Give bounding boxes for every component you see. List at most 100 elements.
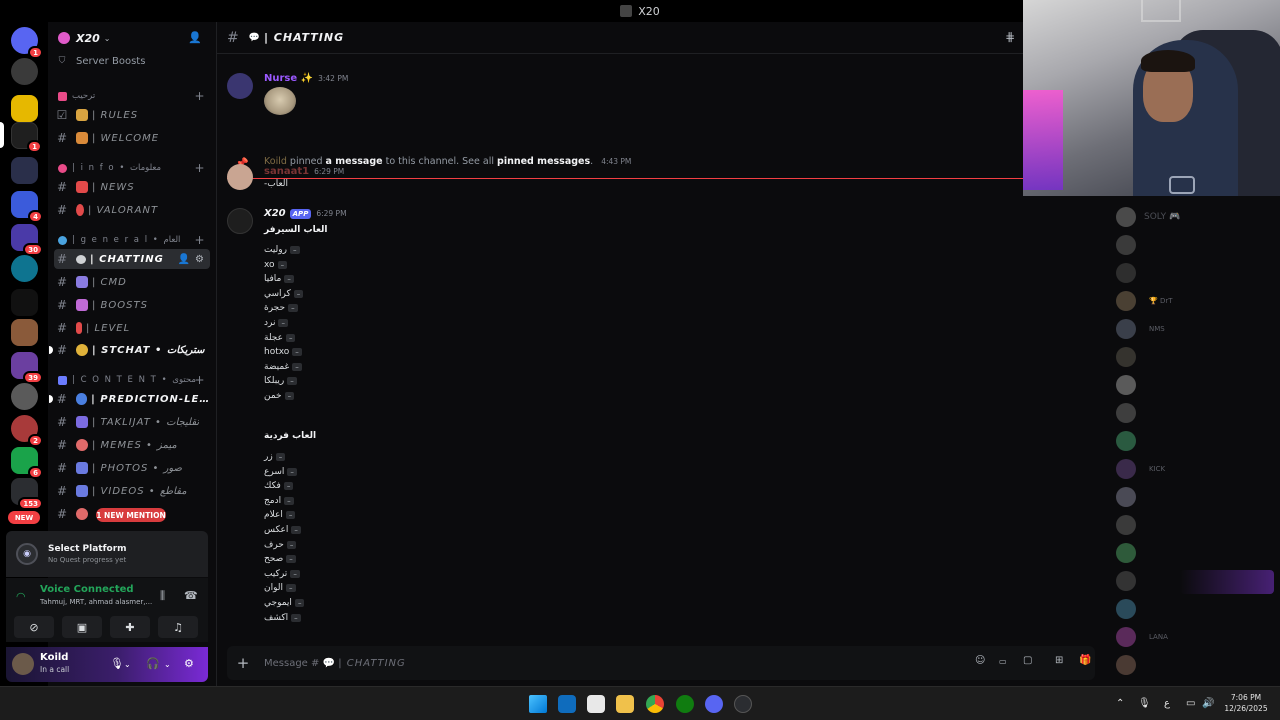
avatar[interactable] (227, 73, 253, 99)
category-general[interactable]: | g e n e r a l • العام + (58, 233, 208, 247)
server-icon-12[interactable]: 6 (11, 447, 43, 479)
system-clock[interactable]: 7:06 PM 12/26/2025 (1218, 692, 1274, 714)
member-item[interactable] (1116, 541, 1266, 565)
member-item[interactable] (1116, 485, 1266, 509)
channel-rules[interactable]: ☑ | RULES (54, 105, 210, 125)
user-name[interactable]: Koild (40, 652, 68, 663)
sticker-image[interactable] (264, 87, 296, 115)
windows-start-icon[interactable] (529, 695, 547, 713)
member-item[interactable]: SOLY 🎮 (1116, 205, 1266, 229)
emoji-icon[interactable]: ☺ (975, 655, 985, 666)
category-welcome[interactable]: ترحيب + (58, 89, 208, 103)
sticker-icon[interactable]: ▢ (1023, 655, 1032, 666)
member-item[interactable] (1116, 429, 1266, 453)
new-unreads-pill[interactable]: NEW (8, 511, 40, 524)
server-icon-10[interactable] (11, 383, 38, 410)
new-mention-pill[interactable]: 1 NEW MENTION (96, 508, 166, 522)
avatar[interactable] (227, 208, 253, 234)
member-item[interactable]: 🏆 DrT (1116, 289, 1266, 313)
create-channel-icon[interactable]: + (194, 233, 206, 247)
signal-icon[interactable]: ◠ (16, 590, 26, 603)
member-item[interactable] (1116, 261, 1266, 285)
server-icon-3[interactable] (11, 157, 38, 184)
server-icon-4[interactable]: 4 (11, 191, 43, 223)
gear-icon[interactable]: ⚙ (184, 657, 194, 670)
member-item[interactable] (1116, 513, 1266, 537)
channel-prediction[interactable]: # | PREDICTION-LE... (49, 389, 210, 409)
member-item[interactable] (1116, 345, 1266, 369)
member-item[interactable] (1116, 653, 1266, 677)
member-item[interactable]: NMS (1116, 317, 1266, 341)
language-indicator[interactable]: ع (1164, 698, 1170, 709)
member-item[interactable] (1116, 233, 1266, 257)
chevron-down-icon[interactable]: ⌄ (164, 660, 171, 669)
channel-boosts[interactable]: # | BOOSTS (54, 295, 210, 315)
server-icon-5[interactable]: 30 (11, 224, 43, 256)
channel-level[interactable]: # | LEVEL (54, 318, 210, 338)
server-boosts-item[interactable]: ⛉ Server Boosts (54, 51, 210, 71)
camera-off-button[interactable]: ⊘ (14, 616, 54, 638)
noise-suppression-icon[interactable]: ⫼ (160, 589, 165, 603)
server-icon-13[interactable]: 153 (11, 478, 43, 510)
member-item[interactable] (1116, 401, 1266, 425)
category-info[interactable]: | i n f o • معلومات + (58, 161, 208, 175)
browser-icon[interactable] (734, 695, 752, 713)
discord-icon[interactable] (705, 695, 723, 713)
channel-videos[interactable]: # | VIDEOS • مقاطع (54, 481, 210, 501)
gif-icon[interactable]: ▭ (999, 657, 1007, 666)
xbox-icon[interactable] (676, 695, 694, 713)
member-item[interactable]: KICK (1116, 457, 1266, 481)
avatar[interactable] (12, 653, 34, 675)
server-icon-x20[interactable]: 1 (11, 122, 42, 153)
server-icon-6[interactable] (11, 255, 38, 282)
voice-status[interactable]: Voice Connected (40, 584, 134, 595)
message-input[interactable]: Message # 💬 | CHATTING (264, 658, 406, 669)
server-icon-9[interactable]: 39 (11, 352, 43, 384)
create-channel-icon[interactable]: + (194, 89, 206, 103)
channel-cmd[interactable]: # | CMD (54, 272, 210, 292)
channel-stchat[interactable]: # | STCHAT • ستريكات (49, 340, 210, 360)
avatar[interactable] (227, 164, 253, 190)
server-icon-2[interactable] (11, 95, 38, 122)
quest-panel[interactable]: ◉ Select Platform No Quest progress yet (6, 531, 208, 577)
direct-messages-icon[interactable]: 1 (11, 27, 43, 59)
volume-icon[interactable]: 🔊 (1202, 698, 1214, 709)
member-item[interactable] (1116, 597, 1266, 621)
chrome-icon[interactable] (646, 695, 664, 713)
message-author[interactable]: X20 APP 6:29 PM (264, 208, 347, 219)
message-author[interactable]: sanaat1 6:29 PM (264, 166, 344, 177)
channel-taklijat[interactable]: # | TAKLIJAT • تقليجات (54, 412, 210, 432)
channel-welcome[interactable]: # | WELCOME (54, 128, 210, 148)
message-composer[interactable]: + Message # 💬 | CHATTING ☺ ▭ ▢ ⊞ 🎁 (227, 646, 1095, 680)
network-icon[interactable]: ▭ (1186, 698, 1195, 709)
create-channel-icon[interactable]: + (194, 161, 206, 175)
channel-memes[interactable]: # | MEMES • ميمز (54, 435, 210, 455)
microphone-icon[interactable]: 🎙 (110, 657, 124, 670)
store-icon[interactable] (587, 695, 605, 713)
message-author[interactable]: Nurse ✨ 3:42 PM (264, 73, 348, 84)
chevron-down-icon[interactable]: ⌄ (124, 660, 131, 669)
channel-chatting[interactable]: # | CHATTING 👤 ⚙ (54, 249, 210, 269)
show-hidden-icons-icon[interactable]: ⌃ (1116, 698, 1124, 709)
server-icon-11[interactable]: 2 (11, 415, 43, 447)
microphone-icon[interactable]: 🎙 (1138, 698, 1151, 709)
gear-icon[interactable]: ⚙ (195, 254, 204, 265)
invite-icon[interactable]: 👤 (178, 254, 190, 265)
file-explorer-icon[interactable] (616, 695, 634, 713)
threads-icon[interactable]: ⋕ (1005, 30, 1015, 44)
server-icon-8[interactable] (11, 319, 38, 346)
channel-photos[interactable]: # | PHOTOS • صور (54, 458, 210, 478)
member-item[interactable] (1116, 373, 1266, 397)
server-icon-1[interactable] (11, 58, 38, 85)
outlook-icon[interactable] (558, 695, 576, 713)
screen-share-button[interactable]: ▣ (62, 616, 102, 638)
activities-button[interactable]: ✚ (110, 616, 150, 638)
add-attachment-icon[interactable]: + (227, 654, 259, 672)
invite-people-icon[interactable]: 👤 (188, 31, 202, 44)
soundboard-button[interactable]: ♫ (158, 616, 198, 638)
pinned-messages-link[interactable]: pinned messages (497, 156, 590, 167)
category-content[interactable]: | C O N T E N T • محتوى + (58, 373, 208, 387)
member-item[interactable]: LANA (1116, 625, 1266, 649)
channel-valorant[interactable]: # | VALORANT (54, 200, 210, 220)
create-channel-icon[interactable]: + (194, 373, 206, 387)
